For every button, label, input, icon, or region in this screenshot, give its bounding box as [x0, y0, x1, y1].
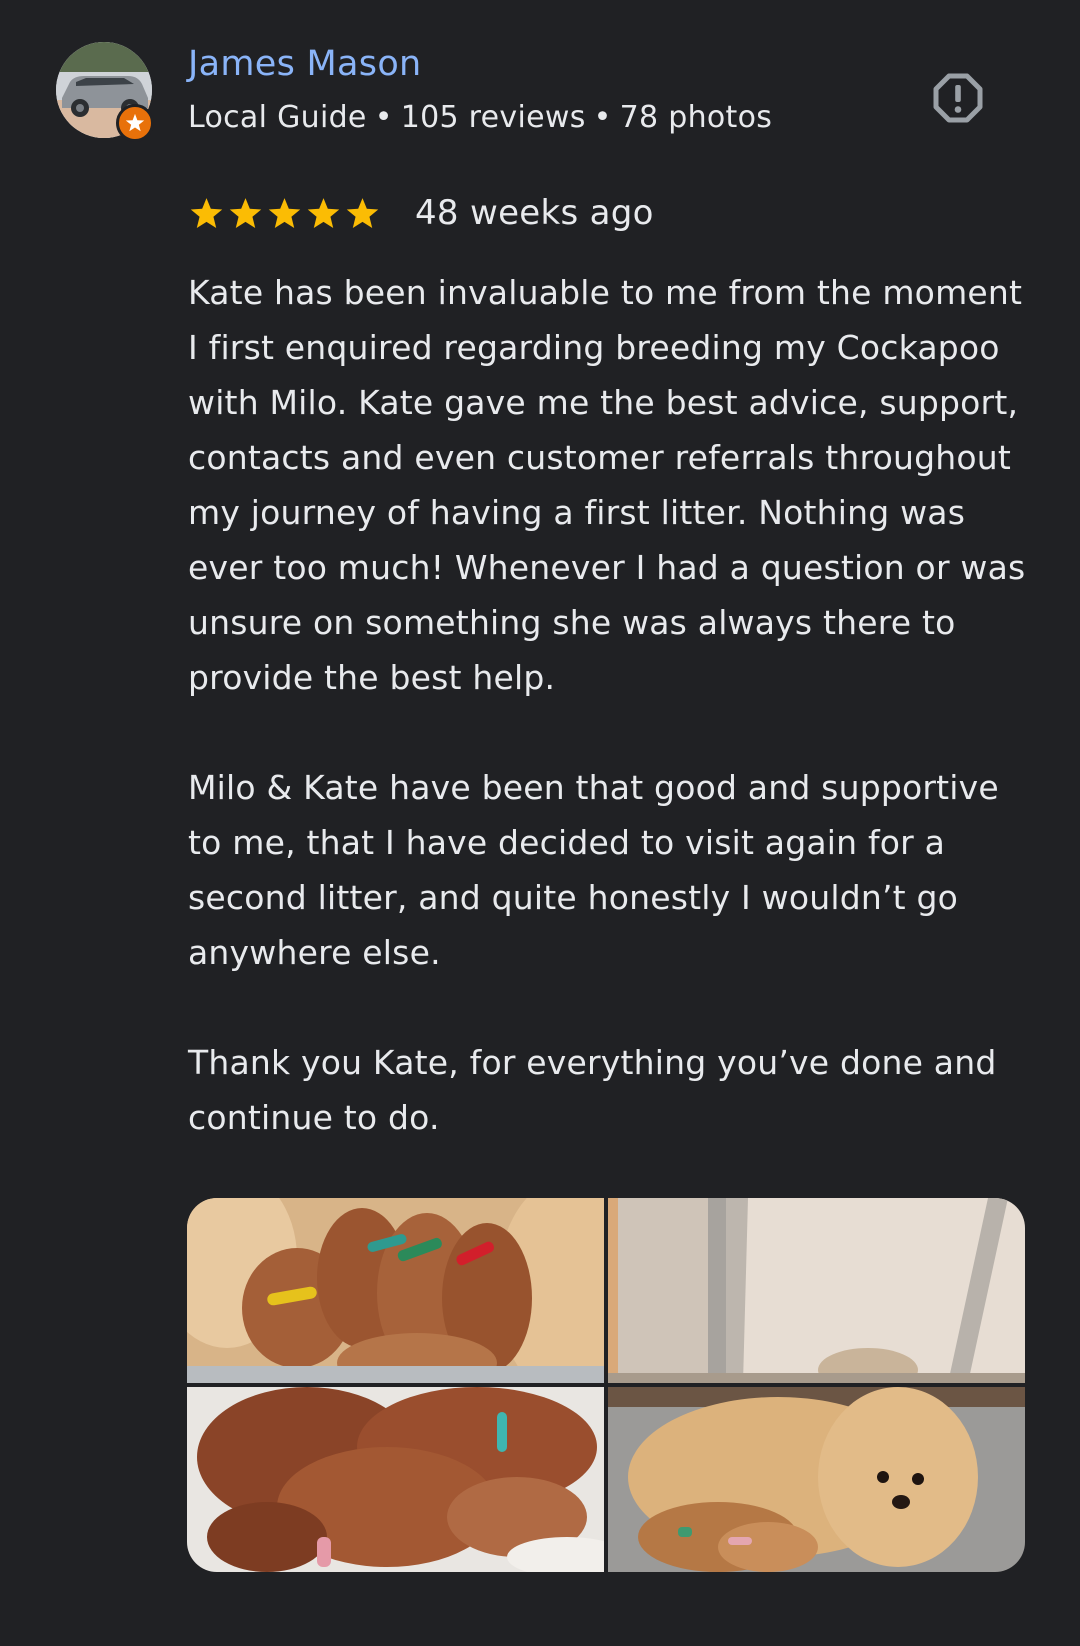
review-text: Kate has been invaluable to me from the … [188, 265, 1038, 1145]
review-paragraph: Thank you Kate, for everything you’ve do… [188, 1043, 997, 1137]
photo-count: 78 photos [619, 100, 773, 135]
report-icon [933, 73, 983, 123]
reviewer-meta: Local Guide • 105 reviews • 78 photos [188, 100, 772, 135]
star-icon [346, 197, 379, 228]
rating-row: 48 weeks ago [188, 188, 654, 238]
local-guide-badge-icon [116, 104, 154, 142]
star-icon [307, 197, 340, 228]
review-photo-puppies-collars[interactable] [187, 1198, 604, 1383]
star-icon [268, 197, 301, 228]
meta-separator: • [593, 100, 612, 135]
reviewer-name[interactable]: James Mason [188, 44, 422, 84]
review-photos [187, 1198, 1025, 1572]
review-photo-sleeping-puppies[interactable] [187, 1387, 604, 1572]
local-guide-label: Local Guide [188, 100, 367, 135]
star-rating [188, 195, 381, 232]
review-paragraph: Kate has been invaluable to me from the … [188, 273, 1026, 697]
review-photo-mother-dog[interactable] [608, 1387, 1025, 1572]
meta-separator: • [374, 100, 393, 135]
review-photo-room-corner[interactable] [608, 1198, 1025, 1383]
review-paragraph: Milo & Kate have been that good and supp… [188, 768, 999, 972]
report-button[interactable] [930, 70, 986, 126]
review-count: 105 reviews [400, 100, 586, 135]
review-age: 48 weeks ago [415, 193, 654, 233]
star-icon [190, 197, 223, 228]
star-icon [229, 197, 262, 228]
